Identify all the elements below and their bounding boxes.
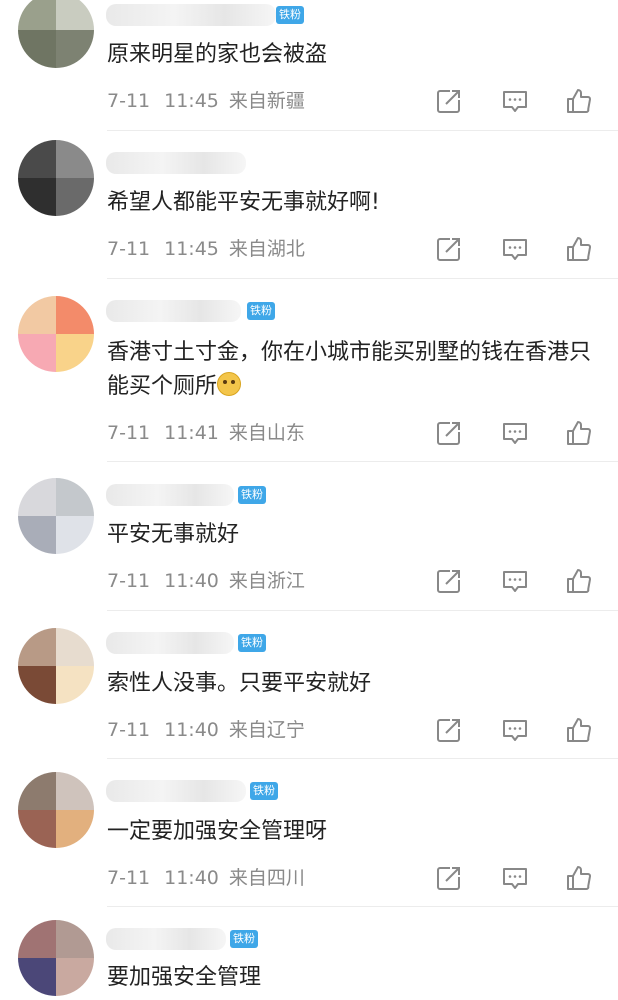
avatar-mosaic-tile <box>18 920 56 958</box>
repost-icon[interactable] <box>434 86 464 116</box>
avatar[interactable] <box>18 140 94 216</box>
avatar-mosaic-tile <box>56 296 94 334</box>
avatar[interactable] <box>18 628 94 704</box>
avatar-mosaic-tile <box>56 772 94 810</box>
avatar-mosaic-tile <box>56 478 94 516</box>
avatar-mosaic-tile <box>18 810 56 848</box>
comment-actions <box>430 418 600 448</box>
divider <box>107 278 618 279</box>
avatar-mosaic-tile <box>18 516 56 554</box>
comment-actions <box>430 234 600 264</box>
comment-icon[interactable] <box>500 566 530 596</box>
avatar[interactable] <box>18 920 94 996</box>
comment-meta: 7-11 11:40 来自四川 <box>107 867 305 889</box>
divider <box>107 610 618 611</box>
like-icon[interactable] <box>564 418 594 448</box>
avatar-mosaic-tile <box>56 666 94 704</box>
comment-meta: 7-11 11:41 来自山东 <box>107 422 305 444</box>
username-blurred[interactable] <box>106 928 226 950</box>
avatar-mosaic-tile <box>56 958 94 996</box>
fan-badge: 铁粉 <box>250 782 278 800</box>
comment-text: 原来明星的家也会被盗 <box>107 42 328 67</box>
avatar-mosaic-tile <box>56 334 94 372</box>
comment-text: 香港寸土寸金，你在小城市能买别墅的钱在香港只能买个厕所 <box>107 340 592 399</box>
avatar-mosaic-tile <box>18 178 56 216</box>
repost-icon[interactable] <box>434 566 464 596</box>
avatar-mosaic-tile <box>18 478 56 516</box>
avatar-mosaic-tile <box>56 920 94 958</box>
username-blurred[interactable] <box>106 484 234 506</box>
username-blurred[interactable] <box>106 300 241 322</box>
username-blurred[interactable] <box>106 632 234 654</box>
avatar-mosaic-tile <box>18 958 56 996</box>
repost-icon[interactable] <box>434 418 464 448</box>
like-icon[interactable] <box>564 863 594 893</box>
avatar[interactable] <box>18 478 94 554</box>
comment-icon[interactable] <box>500 86 530 116</box>
avatar-mosaic-tile <box>18 334 56 372</box>
avatar-mosaic-tile <box>18 666 56 704</box>
comment-text: 希望人都能平安无事就好啊! <box>107 190 380 215</box>
fan-badge: 铁粉 <box>238 486 266 504</box>
avatar[interactable] <box>18 772 94 848</box>
avatar-mosaic-tile <box>18 628 56 666</box>
avatar-mosaic-tile <box>56 628 94 666</box>
username-blurred[interactable] <box>106 152 246 174</box>
like-icon[interactable] <box>564 715 594 745</box>
fan-badge: 铁粉 <box>238 634 266 652</box>
comment-icon[interactable] <box>500 418 530 448</box>
avatar-mosaic-tile <box>56 810 94 848</box>
comment-icon[interactable] <box>500 715 530 745</box>
comment-icon[interactable] <box>500 234 530 264</box>
comment-text: 平安无事就好 <box>107 522 240 547</box>
comment-actions <box>430 863 600 893</box>
divider <box>107 461 618 462</box>
fan-badge: 铁粉 <box>247 302 275 320</box>
repost-icon[interactable] <box>434 715 464 745</box>
avatar[interactable] <box>18 0 94 68</box>
comment-icon[interactable] <box>500 863 530 893</box>
comment-meta: 7-11 11:40 来自浙江 <box>107 570 305 592</box>
divider <box>107 758 618 759</box>
like-icon[interactable] <box>564 86 594 116</box>
avatar-mosaic-tile <box>56 516 94 554</box>
comment-actions <box>430 715 600 745</box>
avatar-mosaic-tile <box>18 140 56 178</box>
fan-badge: 铁粉 <box>276 6 304 24</box>
username-blurred[interactable] <box>106 780 246 802</box>
avatar-mosaic-tile <box>56 140 94 178</box>
comment-text: 一定要加强安全管理呀 <box>107 819 328 844</box>
comment-meta: 7-11 11:45 来自湖北 <box>107 238 305 260</box>
fan-badge: 铁粉 <box>230 930 258 948</box>
avatar-mosaic-tile <box>56 178 94 216</box>
comment-actions <box>430 86 600 116</box>
divider <box>107 906 618 907</box>
dog-emoji-icon <box>217 372 242 396</box>
username-blurred[interactable] <box>106 4 276 26</box>
avatar-mosaic-tile <box>56 0 94 30</box>
avatar-mosaic-tile <box>18 30 56 68</box>
avatar-mosaic-tile <box>18 772 56 810</box>
comment-meta: 7-11 11:45 来自新疆 <box>107 90 305 112</box>
comment-text: 要加强安全管理 <box>107 965 262 990</box>
avatar-mosaic-tile <box>18 296 56 334</box>
avatar[interactable] <box>18 296 94 372</box>
avatar-mosaic-tile <box>56 30 94 68</box>
repost-icon[interactable] <box>434 234 464 264</box>
comment-meta: 7-11 11:40 来自辽宁 <box>107 719 305 741</box>
comment-actions <box>430 566 600 596</box>
like-icon[interactable] <box>564 566 594 596</box>
divider <box>107 130 618 131</box>
comment-text: 索性人没事。只要平安就好 <box>107 671 372 696</box>
avatar-mosaic-tile <box>18 0 56 30</box>
repost-icon[interactable] <box>434 863 464 893</box>
like-icon[interactable] <box>564 234 594 264</box>
